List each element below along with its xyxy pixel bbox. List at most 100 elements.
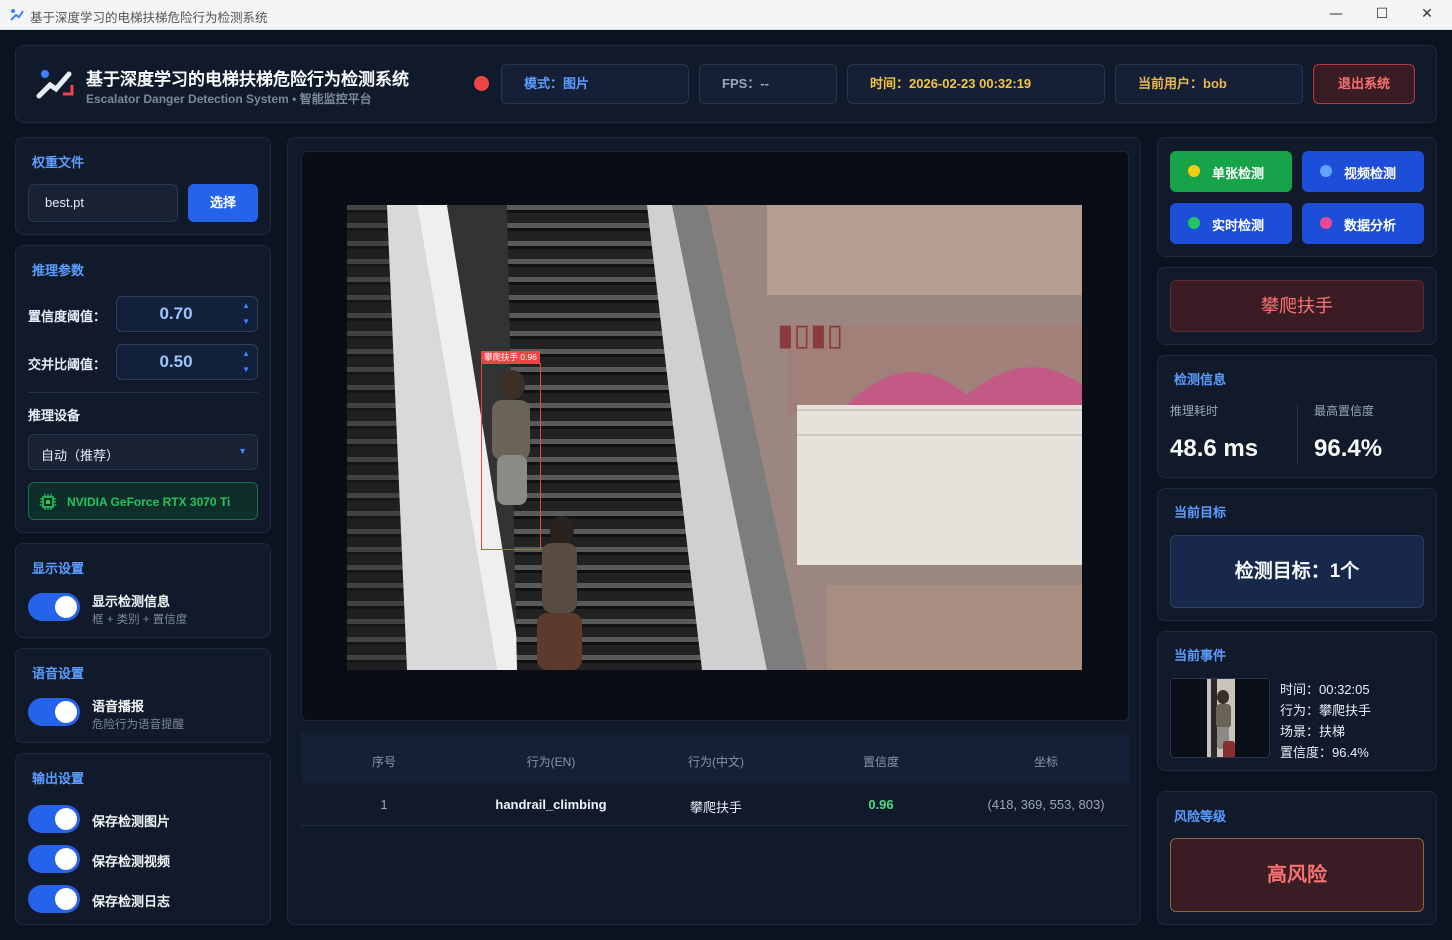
header-bar: 基于深度学习的电梯扶梯危险行为检测系统 Escalator Danger Det… [15,45,1437,123]
risk-panel: 风险等级 高风险 [1157,791,1437,925]
weights-title: 权重文件 [32,155,85,170]
single-detect-button[interactable]: 单张检测 [1170,151,1292,192]
detection-viewport: ▮▯▮▯ 攀爬扶手 0.96 [301,151,1129,721]
target-panel: 当前目标 检测目标：1个 [1157,488,1437,621]
alert-panel: 攀爬扶手 [1157,267,1437,345]
mode-badge: 模式：图片 [501,64,689,104]
gpu-name: NVIDIA GeForce RTX 3070 Ti [67,495,231,509]
voice-panel: 语音设置 语音播报 危险行为语音提醒 [15,648,271,743]
data-analysis-button[interactable]: 数据分析 [1302,203,1424,244]
mode-panel: 单张检测 视频检测 实时检测 数据分析 [1157,137,1437,257]
display-panel: 显示设置 显示检测信息 框 + 类别 + 置信度 [15,543,271,638]
user-badge: 当前用户：bob [1115,64,1303,104]
dot-icon [1320,165,1332,177]
risk-value: 高风险 [1170,838,1424,912]
spin-up-icon[interactable]: ▲ [242,301,250,310]
save-log-toggle[interactable] [28,885,80,913]
realtime-detect-label: 实时检测 [1212,218,1265,233]
event-thumbnail [1170,678,1270,758]
spin-down-icon[interactable]: ▼ [242,365,250,374]
target-title: 当前目标 [1174,505,1227,520]
infer-time-value: 48.6 ms [1170,435,1259,462]
voice-toggle-sub: 危险行为语音提醒 [92,719,184,731]
weights-panel: 权重文件 best.pt 选择 [15,137,271,235]
row-behavior-en: handrail_climbing [495,797,607,812]
spin-down-icon[interactable]: ▼ [242,317,250,326]
window-titlebar: 基于深度学习的电梯扶梯危险行为检测系统 — ☐ ✕ [0,0,1452,30]
row-coords: (418, 369, 553, 803) [987,797,1105,812]
inference-panel: 推理参数 置信度阈值： 0.70 ▲ ▼ 交并比阈值： 0.50 ▲ ▼ 推理设… [15,245,271,533]
window-title: 基于深度学习的电梯扶梯危险行为检测系统 [30,10,268,25]
logo-icon [36,70,74,99]
event-time: 时间：00:32:05 [1280,682,1370,697]
col-confidence: 置信度 [862,755,899,769]
time-badge: 时间：2026-02-23 00:32:19 [847,64,1105,104]
risk-title: 风险等级 [1174,809,1227,824]
weights-file-input[interactable]: best.pt [28,184,178,222]
device-select[interactable]: 自动（推荐） ▼ [28,434,258,470]
display-toggle-sub: 框 + 类别 + 置信度 [92,614,188,626]
save-image-toggle[interactable] [28,805,80,833]
iou-label: 交并比阈值： [28,357,107,372]
col-index: 序号 [371,755,396,769]
detection-bbox-label: 攀爬扶手 0.96 [481,351,540,363]
app-icon [10,9,24,21]
save-log-label: 保存检测日志 [92,894,171,909]
voice-toggle[interactable] [28,698,80,726]
row-confidence: 0.96 [868,797,894,812]
minimize-icon[interactable]: — [1326,6,1346,22]
event-confidence: 置信度：96.4% [1280,745,1369,760]
event-behavior: 行为：攀爬扶手 [1280,703,1372,718]
select-weights-button[interactable]: 选择 [188,184,258,222]
iou-value: 0.50 [159,352,193,371]
conf-value: 0.70 [159,304,193,323]
device-label: 推理设备 [28,408,81,423]
col-behavior-en: 行为(EN) [526,755,576,769]
dot-icon [1320,217,1332,229]
output-title: 输出设置 [32,771,85,786]
display-info-toggle[interactable] [28,593,80,621]
table-header: 序号 行为(EN) 行为(中文) 置信度 坐标 [301,733,1129,783]
device-value: 自动（推荐） [41,448,120,463]
gpu-badge: NVIDIA GeForce RTX 3070 Ti [28,482,258,520]
row-behavior-cn: 攀爬扶手 [689,800,742,815]
app-title: 基于深度学习的电梯扶梯危险行为检测系统 [86,70,409,89]
chevron-down-icon: ▼ [238,446,247,456]
realtime-detect-button[interactable]: 实时检测 [1170,203,1292,244]
table-row[interactable]: 1 handrail_climbing 攀爬扶手 0.96 (418, 369,… [301,783,1129,826]
center-panel: ▮▯▮▯ 攀爬扶手 0.96 序号 行为(EN) 行为(中文) 置信度 坐标 1… [287,137,1141,925]
output-panel: 输出设置 保存检测图片 保存检测视频 保存检测日志 [15,753,271,925]
info-title: 检测信息 [1174,372,1227,387]
event-panel: 当前事件 时间：00:32:05 行为：攀爬扶手 场景：扶梯 置信度：96.4% [1157,631,1437,771]
conf-spinbox[interactable]: 0.70 ▲ ▼ [116,296,258,332]
data-analysis-label: 数据分析 [1344,218,1397,233]
event-scene: 场景：扶梯 [1280,724,1346,739]
max-conf-value: 96.4% [1314,435,1383,462]
close-icon[interactable]: ✕ [1417,6,1437,22]
event-title: 当前事件 [1174,648,1227,663]
save-video-toggle[interactable] [28,845,80,873]
chip-icon [40,494,56,510]
dot-icon [1188,217,1200,229]
save-video-label: 保存检测视频 [92,854,171,869]
col-coords: 坐标 [1033,755,1058,769]
divider [28,392,258,393]
video-detect-label: 视频检测 [1344,166,1397,181]
status-indicator [474,76,489,91]
fps-badge: FPS：-- [699,64,837,104]
display-toggle-label: 显示检测信息 [92,594,171,609]
logout-button[interactable]: 退出系统 [1313,64,1415,104]
spin-up-icon[interactable]: ▲ [242,349,250,358]
col-behavior-cn: 行为(中文) [688,755,744,769]
video-detect-button[interactable]: 视频检测 [1302,151,1424,192]
iou-spinbox[interactable]: 0.50 ▲ ▼ [116,344,258,380]
info-panel: 检测信息 推理耗时 48.6 ms 最高置信度 96.4% [1157,355,1437,478]
row-index: 1 [380,797,388,812]
single-detect-label: 单张检测 [1212,166,1265,181]
voice-toggle-label: 语音播报 [92,699,145,714]
maximize-icon[interactable]: ☐ [1372,6,1392,22]
target-count: 检测目标：1个 [1170,535,1424,608]
max-conf-label: 最高置信度 [1314,404,1375,418]
alert-label: 攀爬扶手 [1170,280,1424,332]
svg-text:▮▯▮▯: ▮▯▮▯ [777,318,843,353]
